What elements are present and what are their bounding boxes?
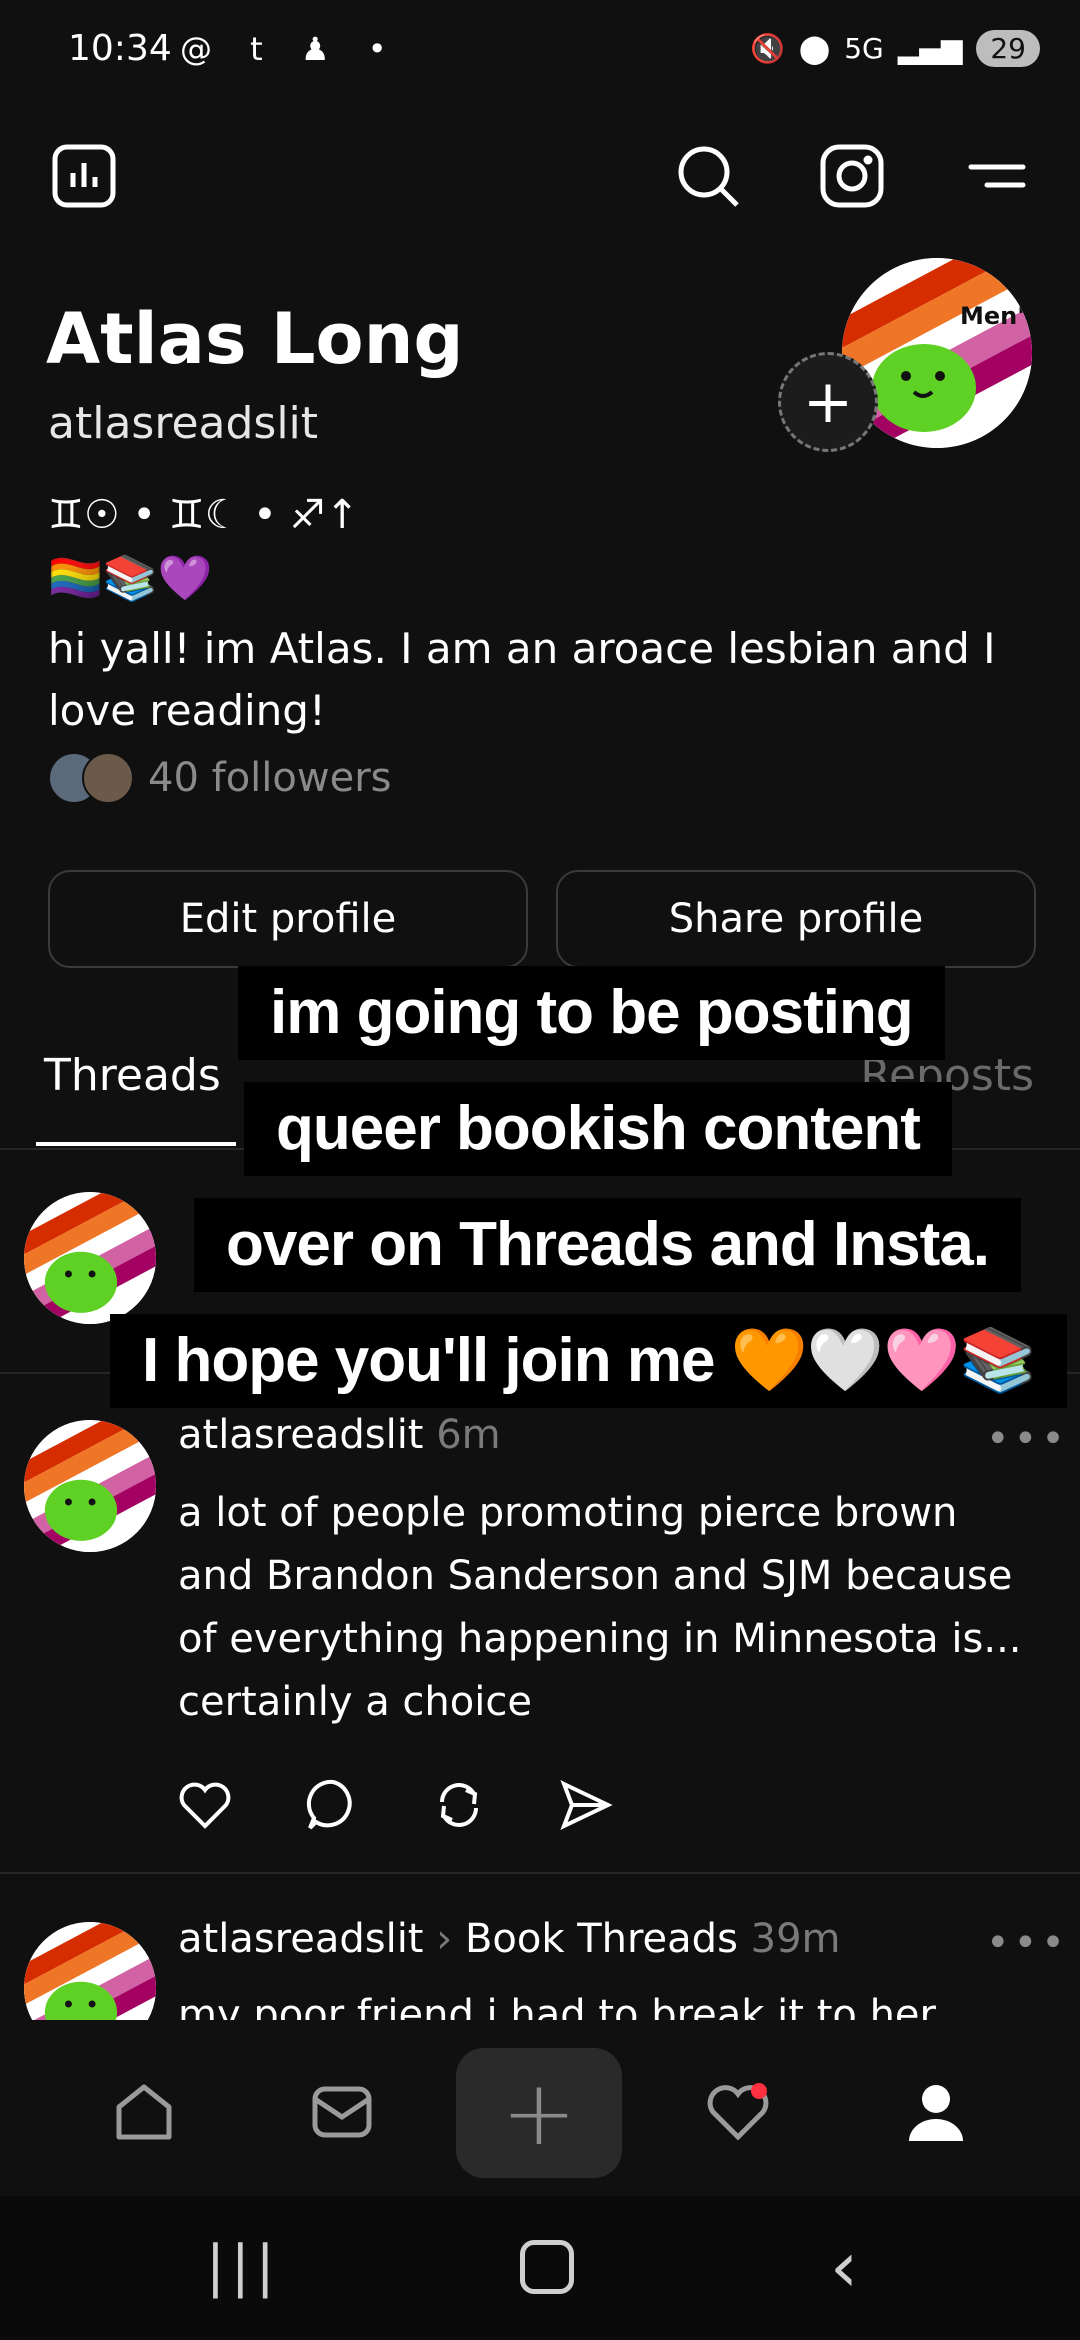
caption-line: over on Threads and Insta. (194, 1198, 1021, 1292)
mute-icon: 🔇 (750, 32, 785, 65)
caption-line: im going to be posting (238, 966, 945, 1060)
post-more-button[interactable]: ••• (986, 1920, 1069, 1966)
share-button[interactable] (556, 1776, 614, 1838)
follower-avatars (48, 752, 134, 804)
nav-activity[interactable] (698, 2072, 778, 2152)
comment-icon (306, 1779, 352, 1830)
nav-profile[interactable] (896, 2072, 976, 2152)
recent-apps-icon[interactable]: ||| (206, 2234, 281, 2299)
post-username[interactable]: atlasreadslit (178, 1412, 424, 1458)
instagram-icon (820, 144, 884, 208)
profile-name: Atlas Long (46, 298, 464, 380)
post-header: atlasreadslit › Book Threads 39m (178, 1916, 841, 1962)
share-profile-button[interactable]: Share profile (556, 870, 1036, 968)
caption-text: over on Threads and Insta. (194, 1198, 1021, 1292)
search-button[interactable] (668, 136, 748, 216)
avatar-image (24, 1192, 156, 1324)
profile-zodiac: ♊☉ • ♊☾ • ♐↑ (48, 492, 359, 538)
profile-username: atlasreadslit (48, 398, 319, 449)
post-text: a lot of people promoting pierce brown a… (178, 1490, 1022, 1725)
post-divider (0, 1872, 1080, 1874)
composer-avatar[interactable] (24, 1192, 156, 1324)
home-system-icon[interactable] (520, 2240, 574, 2294)
post-avatar[interactable] (24, 1420, 156, 1552)
location-icon: ⬤ (798, 32, 831, 65)
nav-home[interactable] (104, 2072, 184, 2152)
caption-line: I hope you'll join me 🧡🤍🩷📚 (110, 1314, 1068, 1408)
signal-bars-icon: ▂▄▆ (897, 32, 963, 65)
follower-avatar (82, 752, 134, 804)
tab-threads[interactable]: Threads (44, 1050, 221, 1101)
bar-chart-icon (52, 144, 116, 208)
post-time: 6m (436, 1412, 501, 1458)
heart-icon (707, 2083, 769, 2141)
followers-count: 40 followers (148, 755, 392, 801)
add-story-button[interactable]: + (778, 352, 878, 452)
reply-button[interactable] (304, 1776, 362, 1838)
status-bar: 10:34 @ t ♟ • 🔇 ⬤ 5G ▂▄▆ 29 (0, 0, 1080, 110)
create-post-button[interactable]: + (456, 2048, 622, 2178)
repost-button[interactable] (430, 1776, 488, 1838)
notification-dot (751, 2083, 767, 2099)
active-tab-indicator (36, 1142, 236, 1146)
caption-text: queer bookish content (244, 1082, 952, 1176)
like-button[interactable] (176, 1776, 234, 1838)
repost-icon (440, 1783, 478, 1827)
post-username[interactable]: atlasreadslit (178, 1916, 424, 1962)
avatar-text: Men't (960, 302, 1032, 330)
heart-icon (179, 1782, 231, 1829)
edit-profile-button[interactable]: Edit profile (48, 870, 528, 968)
profile-icon (909, 2085, 963, 2141)
menu-button[interactable] (956, 136, 1036, 216)
profile-bio: hi yall! im Atlas. I am an aroace lesbia… (48, 624, 996, 735)
post-more-button[interactable]: ••• (986, 1416, 1069, 1462)
caption-text: im going to be posting (238, 966, 945, 1060)
status-right: 🔇 ⬤ 5G ▂▄▆ 29 (750, 30, 1040, 67)
inbox-icon (312, 2086, 372, 2138)
search-icon (678, 146, 739, 207)
system-nav-bar: ||| ‹ (0, 2196, 1080, 2340)
signal-label: 5G (844, 32, 884, 65)
chevron-right-icon: › (436, 1916, 453, 1962)
profile-flag-emojis: 🏳️‍🌈📚💜 (48, 553, 213, 604)
home-icon (116, 2084, 172, 2140)
followers-row[interactable]: 40 followers (48, 752, 391, 804)
avatar-image (24, 1420, 156, 1552)
back-icon[interactable]: ‹ (830, 2226, 858, 2308)
post-header: atlasreadslit 6m (178, 1412, 501, 1458)
post-time: 39m (750, 1916, 841, 1962)
menu-icon (968, 164, 1026, 188)
caption-line: queer bookish content (244, 1082, 952, 1176)
insights-button[interactable] (44, 136, 124, 216)
status-app-icons: @ t ♟ • (180, 30, 401, 68)
send-icon (560, 1780, 613, 1830)
nav-inbox[interactable] (302, 2072, 382, 2152)
status-time: 10:34 (68, 28, 172, 69)
battery-badge: 29 (976, 30, 1040, 67)
post-community[interactable]: Book Threads (465, 1916, 738, 1962)
instagram-button[interactable] (812, 136, 892, 216)
caption-text: I hope you'll join me 🧡🤍🩷📚 (110, 1314, 1068, 1408)
